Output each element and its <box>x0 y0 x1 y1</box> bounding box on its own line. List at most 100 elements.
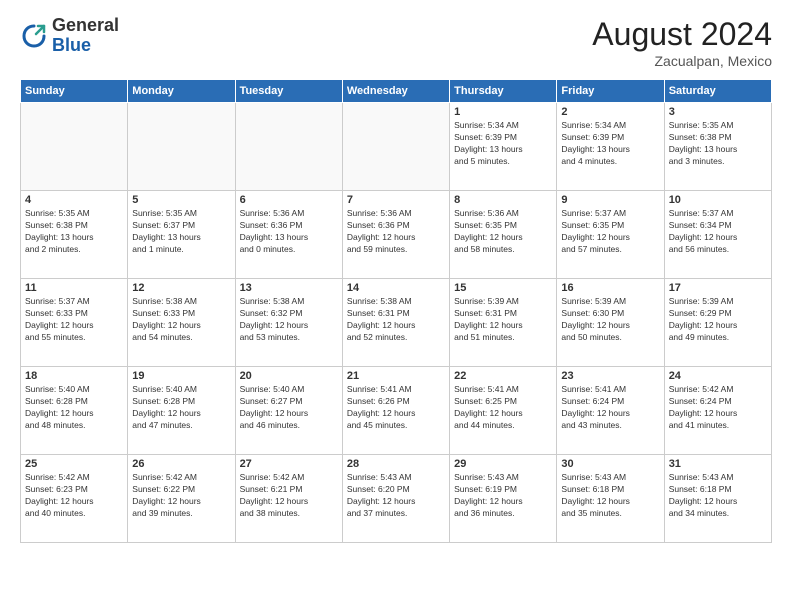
day-number: 23 <box>561 370 659 382</box>
day-info: Sunrise: 5:43 AM Sunset: 6:19 PM Dayligh… <box>454 472 552 520</box>
calendar-cell: 27Sunrise: 5:42 AM Sunset: 6:21 PM Dayli… <box>235 455 342 543</box>
page: General Blue August 2024 Zacualpan, Mexi… <box>0 0 792 612</box>
logo-icon <box>20 22 48 50</box>
calendar-cell: 4 Sunrise: 5:35 AM Sunset: 6:38 PM Daylig… <box>21 191 128 279</box>
logo: General Blue <box>20 16 119 56</box>
day-info: Sunrise: 5:42 AM Sunset: 6:23 PM Dayligh… <box>25 472 123 520</box>
day-number: 26 <box>132 458 230 470</box>
calendar-cell: 10Sunrise: 5:37 AM Sunset: 6:34 PM Dayli… <box>664 191 771 279</box>
calendar-cell: 17 Sunrise: 5:39 AM Sunset: 6:29 PM Dayli… <box>664 279 771 367</box>
day-number: 11 <box>25 282 123 294</box>
calendar-cell: 31 Sunrise: 5:43 AM Sunset: 6:18 PM Dayli… <box>664 455 771 543</box>
calendar-week-5: 25 Sunrise: 5:42 AM Sunset: 6:23 PM Dayli… <box>21 455 772 543</box>
day-info: Sunrise: 5:43 AM Sunset: 6:20 PM Dayligh… <box>347 472 445 520</box>
calendar-cell: 1Sunrise: 5:34 AM Sunset: 6:39 PM Daylig… <box>450 103 557 191</box>
calendar-cell: 6 Sunrise: 5:36 AM Sunset: 6:36 PM Daylig… <box>235 191 342 279</box>
day-number: 28 <box>347 458 445 470</box>
day-info: Sunrise: 5:42 AM Sunset: 6:24 PM Dayligh… <box>669 384 767 432</box>
day-number: 12 <box>132 282 230 294</box>
day-info: Sunrise: 5:38 AM Sunset: 6:31 PM Dayligh… <box>347 296 445 344</box>
day-info: Sunrise: 5:36 AM Sunset: 6:36 PM Dayligh… <box>347 208 445 256</box>
calendar-cell: 15 Sunrise: 5:39 AM Sunset: 6:31 PM Dayli… <box>450 279 557 367</box>
day-number: 3 <box>669 106 767 118</box>
day-info: Sunrise: 5:37 AM Sunset: 6:35 PM Dayligh… <box>561 208 659 256</box>
calendar-cell: 14Sunrise: 5:38 AM Sunset: 6:31 PM Dayli… <box>342 279 449 367</box>
day-number: 6 <box>240 194 338 206</box>
day-number: 4 <box>25 194 123 206</box>
day-info: Sunrise: 5:36 AM Sunset: 6:35 PM Dayligh… <box>454 208 552 256</box>
day-info: Sunrise: 5:37 AM Sunset: 6:34 PM Dayligh… <box>669 208 767 256</box>
location: Zacualpan, Mexico <box>592 53 772 69</box>
day-info: Sunrise: 5:39 AM Sunset: 6:30 PM Dayligh… <box>561 296 659 344</box>
day-number: 30 <box>561 458 659 470</box>
calendar-cell: 20Sunrise: 5:40 AM Sunset: 6:27 PM Dayli… <box>235 367 342 455</box>
calendar-cell: 5Sunrise: 5:35 AM Sunset: 6:37 PM Daylig… <box>128 191 235 279</box>
calendar-cell: 3 Sunrise: 5:35 AM Sunset: 6:38 PM Daylig… <box>664 103 771 191</box>
calendar-cell: 23 Sunrise: 5:41 AM Sunset: 6:24 PM Dayli… <box>557 367 664 455</box>
calendar-header-sunday: Sunday <box>21 80 128 103</box>
day-info: Sunrise: 5:42 AM Sunset: 6:22 PM Dayligh… <box>132 472 230 520</box>
calendar-cell: 19Sunrise: 5:40 AM Sunset: 6:28 PM Dayli… <box>128 367 235 455</box>
calendar-cell: 9Sunrise: 5:37 AM Sunset: 6:35 PM Daylig… <box>557 191 664 279</box>
calendar-cell: 21Sunrise: 5:41 AM Sunset: 6:26 PM Dayli… <box>342 367 449 455</box>
day-info: Sunrise: 5:41 AM Sunset: 6:26 PM Dayligh… <box>347 384 445 432</box>
calendar-week-1: 1 Sunrise: 5:34 AM Sunset: 6:39 PM Daylig… <box>21 103 772 191</box>
day-number: 24 <box>669 370 767 382</box>
day-info: Sunrise: 5:39 AM Sunset: 6:29 PM Dayligh… <box>669 296 767 344</box>
day-number: 1 <box>454 106 552 118</box>
calendar-cell: 28 Sunrise: 5:43 AM Sunset: 6:20 PM Dayli… <box>342 455 449 543</box>
day-info: Sunrise: 5:34 AM Sunset: 6:39 PM Dayligh… <box>561 120 659 168</box>
calendar-cell: 30 Sunrise: 5:43 AM Sunset: 6:18 PM Dayli… <box>557 455 664 543</box>
calendar-cell <box>342 103 449 191</box>
calendar-cell: 7 Sunrise: 5:36 AM Sunset: 6:36 PM Daylig… <box>342 191 449 279</box>
calendar-header-monday: Monday <box>128 80 235 103</box>
calendar-cell: 29 Sunrise: 5:43 AM Sunset: 6:19 PM Dayli… <box>450 455 557 543</box>
day-info: Sunrise: 5:35 AM Sunset: 6:38 PM Dayligh… <box>25 208 123 256</box>
calendar-cell: 26 Sunrise: 5:42 AM Sunset: 6:22 PM Dayli… <box>128 455 235 543</box>
day-info: Sunrise: 5:40 AM Sunset: 6:27 PM Dayligh… <box>240 384 338 432</box>
calendar-cell: 8 Sunrise: 5:36 AM Sunset: 6:35 PM Daylig… <box>450 191 557 279</box>
calendar: SundayMondayTuesdayWednesdayThursdayFrid… <box>20 79 772 543</box>
calendar-cell: 13 Sunrise: 5:38 AM Sunset: 6:32 PM Dayli… <box>235 279 342 367</box>
day-info: Sunrise: 5:43 AM Sunset: 6:18 PM Dayligh… <box>669 472 767 520</box>
day-number: 18 <box>25 370 123 382</box>
calendar-header-row: SundayMondayTuesdayWednesdayThursdayFrid… <box>21 80 772 103</box>
day-number: 29 <box>454 458 552 470</box>
day-info: Sunrise: 5:40 AM Sunset: 6:28 PM Dayligh… <box>132 384 230 432</box>
calendar-week-4: 18 Sunrise: 5:40 AM Sunset: 6:28 PM Dayli… <box>21 367 772 455</box>
day-number: 13 <box>240 282 338 294</box>
day-info: Sunrise: 5:38 AM Sunset: 6:32 PM Dayligh… <box>240 296 338 344</box>
calendar-header-thursday: Thursday <box>450 80 557 103</box>
logo-general: General <box>52 16 119 36</box>
day-number: 8 <box>454 194 552 206</box>
logo-blue: Blue <box>52 36 119 56</box>
day-info: Sunrise: 5:41 AM Sunset: 6:24 PM Dayligh… <box>561 384 659 432</box>
day-number: 25 <box>25 458 123 470</box>
day-number: 31 <box>669 458 767 470</box>
calendar-header-saturday: Saturday <box>664 80 771 103</box>
day-info: Sunrise: 5:35 AM Sunset: 6:38 PM Dayligh… <box>669 120 767 168</box>
calendar-cell: 24 Sunrise: 5:42 AM Sunset: 6:24 PM Dayli… <box>664 367 771 455</box>
calendar-cell: 25 Sunrise: 5:42 AM Sunset: 6:23 PM Dayli… <box>21 455 128 543</box>
calendar-week-3: 11 Sunrise: 5:37 AM Sunset: 6:33 PM Dayli… <box>21 279 772 367</box>
day-number: 22 <box>454 370 552 382</box>
day-number: 7 <box>347 194 445 206</box>
calendar-header-friday: Friday <box>557 80 664 103</box>
day-number: 17 <box>669 282 767 294</box>
day-number: 2 <box>561 106 659 118</box>
calendar-cell: 22Sunrise: 5:41 AM Sunset: 6:25 PM Dayli… <box>450 367 557 455</box>
calendar-week-2: 4 Sunrise: 5:35 AM Sunset: 6:38 PM Daylig… <box>21 191 772 279</box>
day-info: Sunrise: 5:40 AM Sunset: 6:28 PM Dayligh… <box>25 384 123 432</box>
day-info: Sunrise: 5:38 AM Sunset: 6:33 PM Dayligh… <box>132 296 230 344</box>
day-info: Sunrise: 5:36 AM Sunset: 6:36 PM Dayligh… <box>240 208 338 256</box>
day-number: 15 <box>454 282 552 294</box>
day-number: 16 <box>561 282 659 294</box>
calendar-cell: 2 Sunrise: 5:34 AM Sunset: 6:39 PM Daylig… <box>557 103 664 191</box>
day-number: 27 <box>240 458 338 470</box>
day-info: Sunrise: 5:39 AM Sunset: 6:31 PM Dayligh… <box>454 296 552 344</box>
title-block: August 2024 Zacualpan, Mexico <box>592 16 772 69</box>
day-number: 5 <box>132 194 230 206</box>
calendar-cell: 12 Sunrise: 5:38 AM Sunset: 6:33 PM Dayli… <box>128 279 235 367</box>
day-info: Sunrise: 5:37 AM Sunset: 6:33 PM Dayligh… <box>25 296 123 344</box>
day-info: Sunrise: 5:43 AM Sunset: 6:18 PM Dayligh… <box>561 472 659 520</box>
